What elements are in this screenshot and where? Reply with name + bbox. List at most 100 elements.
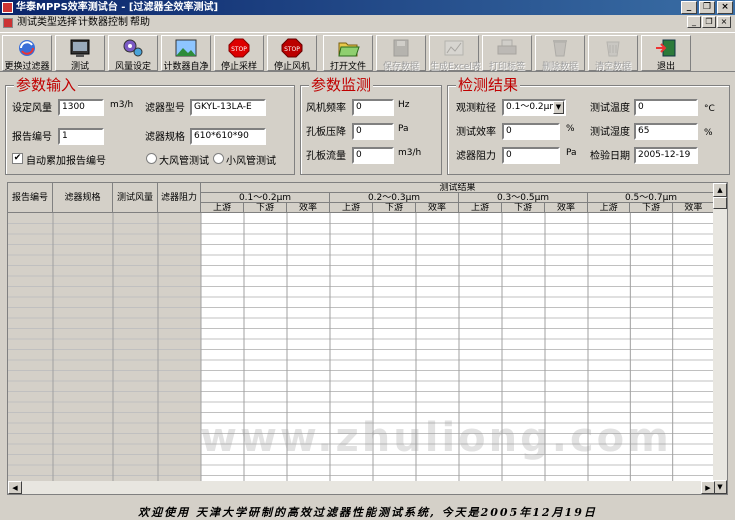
svg-text:STOP: STOP <box>231 46 247 53</box>
efficiency-field: 0 <box>502 123 560 140</box>
menu-bar: 测试类型选择 计数器控制 帮助 _ ❐ × <box>0 15 735 31</box>
airflow-input[interactable]: 1300 <box>58 99 104 116</box>
fan-frequency-field: 0 <box>352 99 394 116</box>
stop-fan-button[interactable]: STOP 停止风机 <box>267 35 317 72</box>
app-icon <box>2 2 13 13</box>
clear-data-label: 清空数据 <box>594 62 631 72</box>
close-button[interactable]: × <box>717 1 733 14</box>
scroll-left-button[interactable]: ◀ <box>8 481 22 494</box>
airflow-unit: m3/h <box>110 100 134 110</box>
menu-help[interactable]: 帮助 <box>130 15 150 31</box>
col-header-airflow[interactable]: 测试风量 <box>113 183 158 213</box>
resistance-label: 滤器阻力 <box>456 151 496 162</box>
param-input-title: 参数输入 <box>14 76 79 94</box>
airflow-label: 设定风量 <box>12 103 52 114</box>
delete-data-label: 删除数据 <box>541 62 578 72</box>
open-file-button[interactable]: 打开文件 <box>323 35 373 72</box>
stop-sign-icon: STOP <box>281 38 303 58</box>
param-monitor-title: 参数监测 <box>309 76 374 94</box>
minimize-button[interactable]: _ <box>681 1 697 14</box>
scroll-up-button[interactable]: ▲ <box>713 183 727 197</box>
range-header-1: 0.2～0.3μm <box>330 193 459 203</box>
menu-counter-control[interactable]: 计数器控制 <box>78 15 128 31</box>
sub-header: 下游 <box>630 203 673 213</box>
child-close-button[interactable]: × <box>717 16 731 28</box>
exit-label: 退出 <box>656 62 675 72</box>
child-restore-button[interactable]: ❐ <box>702 16 716 28</box>
range-header-2: 0.3～0.5μm <box>459 193 588 203</box>
report-number-label: 报告编号 <box>12 132 52 143</box>
sub-header: 上游 <box>330 203 373 213</box>
counter-purge-button[interactable]: 计数器自净 <box>161 35 211 72</box>
sub-header: 上游 <box>588 203 631 213</box>
resistance-field: 0 <box>502 147 560 164</box>
scroll-thumb[interactable] <box>713 197 727 209</box>
clear-icon <box>606 41 620 57</box>
range-header-0: 0.1～0.2μm <box>201 193 330 203</box>
stop-fan-label: 停止风机 <box>273 62 310 72</box>
sub-header: 上游 <box>459 203 502 213</box>
results-title: 检测结果 <box>456 76 521 94</box>
sub-header: 效率 <box>287 203 330 213</box>
refresh-icon <box>19 40 35 56</box>
exit-door-icon <box>656 39 676 57</box>
col-header-resistance[interactable]: 滤器阻力 <box>158 183 201 213</box>
orifice-pressure-unit: Pa <box>398 124 409 134</box>
test-date-field: 2005-12-19 <box>634 147 698 164</box>
stop-sampling-button[interactable]: STOP 停止采样 <box>214 35 264 72</box>
chevron-down-icon[interactable]: ▼ <box>553 101 564 114</box>
open-file-label: 打开文件 <box>329 62 366 72</box>
col-header-report-number[interactable]: 报告编号 <box>8 183 53 213</box>
particle-size-select[interactable]: 0.1～0.2μm ▼ <box>502 99 566 116</box>
landscape-icon <box>175 39 197 57</box>
maximize-button[interactable]: ❐ <box>699 1 715 14</box>
print-label-button[interactable]: 打印标签 <box>482 35 532 72</box>
particle-size-label: 观测粒径 <box>456 103 496 114</box>
fan-frequency-unit: Hz <box>398 100 410 110</box>
save-data-button[interactable]: 保存数据 <box>376 35 426 72</box>
stop-sampling-label: 停止采样 <box>220 62 257 72</box>
generate-excel-label: 生成Excel表 <box>430 62 481 72</box>
orifice-flow-label: 孔板流量 <box>306 151 346 162</box>
save-data-label: 保存数据 <box>382 62 419 72</box>
big-duct-radio[interactable] <box>146 153 157 164</box>
sub-header: 下游 <box>244 203 287 213</box>
delete-data-button[interactable]: 删除数据 <box>535 35 585 72</box>
child-window-icon[interactable] <box>3 18 13 28</box>
scroll-right-button[interactable]: ▶ <box>701 481 715 494</box>
sub-header: 下游 <box>373 203 416 213</box>
auto-increment-label: 自动累加报告编号 <box>26 156 106 167</box>
child-minimize-button[interactable]: _ <box>687 16 701 28</box>
exit-button[interactable]: 退出 <box>641 35 691 72</box>
particle-size-value: 0.1～0.2μm <box>506 102 559 112</box>
sub-header: 效率 <box>672 203 715 213</box>
report-number-input[interactable]: 1 <box>58 128 104 145</box>
test-label: 测试 <box>70 62 89 72</box>
change-filter-button[interactable]: 更换过滤器 <box>2 35 52 72</box>
auto-increment-checkbox[interactable]: ✔ <box>12 153 23 164</box>
clear-data-button[interactable]: 清空数据 <box>588 35 638 72</box>
resistance-unit: Pa <box>566 148 577 158</box>
gear-icon <box>123 39 143 57</box>
generate-excel-button[interactable]: 生成Excel表 <box>429 35 481 72</box>
temperature-field: 0 <box>634 99 698 116</box>
airflow-setting-button[interactable]: 风量设定 <box>108 35 158 72</box>
horizontal-scrollbar[interactable]: ◀ ▶ <box>8 481 715 494</box>
temperature-unit: °C <box>704 104 715 114</box>
vertical-scrollbar[interactable]: ▲ ▼ <box>713 183 727 494</box>
model-label: 滤器型号 <box>145 103 185 114</box>
menu-test-type[interactable]: 测试类型选择 <box>17 15 77 31</box>
small-duct-radio[interactable] <box>213 153 224 164</box>
spec-input[interactable]: 610*610*90 <box>190 128 266 145</box>
sub-header: 效率 <box>545 203 588 213</box>
test-button[interactable]: 测试 <box>55 35 105 72</box>
efficiency-label: 测试效率 <box>456 127 496 138</box>
sub-header: 下游 <box>502 203 545 213</box>
stop-sign-icon: STOP <box>228 38 250 58</box>
model-input[interactable]: GKYL-13LA-E <box>190 99 266 116</box>
col-header-filter-spec[interactable]: 滤器规格 <box>53 183 113 213</box>
humidity-unit: % <box>704 128 713 138</box>
title-bar: 华泰MPPS效率测试台 - [过滤器全效率测试] _ ❐ × <box>0 0 735 15</box>
save-icon <box>393 39 409 57</box>
scroll-down-button[interactable]: ▼ <box>713 480 727 494</box>
